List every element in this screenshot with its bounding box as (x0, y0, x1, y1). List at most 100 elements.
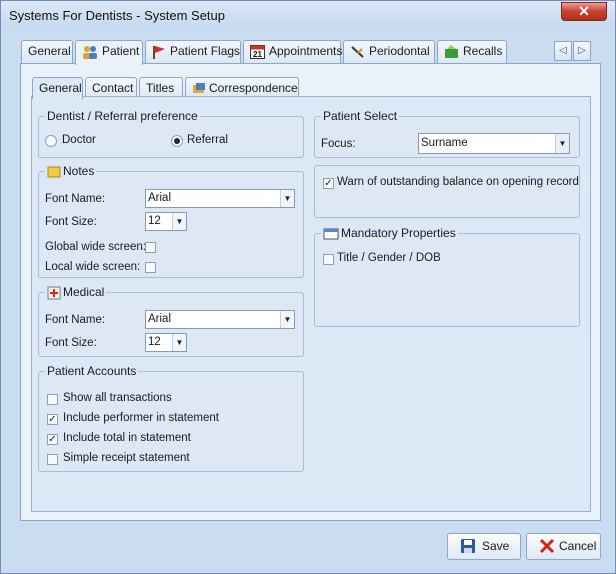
calendar-icon: 21 (250, 45, 265, 60)
notes-font-size-label: Font Size: (45, 216, 97, 228)
system-setup-window: Systems For Dentists - System Setup ✕ Ge… (0, 0, 616, 574)
focus-label: Focus: (321, 138, 356, 150)
title-bar: Systems For Dentists - System Setup ✕ (1, 1, 615, 31)
medical-font-name-label: Font Name: (45, 314, 106, 326)
medical-group: Medical Font Name: Arial ▼ Font Size: 12… (38, 285, 304, 357)
simple-receipt-label: Simple receipt statement (63, 452, 190, 464)
dentist-referral-group: Dentist / Referral preference Doctor Ref… (38, 109, 304, 158)
tab-patient[interactable]: Patient (75, 40, 143, 65)
correspondence-icon (193, 83, 205, 94)
close-icon: ✕ (578, 3, 590, 19)
inner-tab-general[interactable]: General (32, 77, 83, 99)
tab-general[interactable]: General (21, 40, 73, 63)
tab-recalls[interactable]: Recalls (437, 40, 507, 63)
referral-radio[interactable] (171, 135, 183, 147)
global-wide-screen-checkbox[interactable] (145, 242, 156, 253)
select-value: 12 (148, 336, 161, 348)
people-icon (83, 45, 97, 59)
select-value: Surname (421, 137, 468, 149)
warn-balance-group: ✓ Warn of outstanding balance on opening… (314, 165, 580, 218)
medical-font-size-select[interactable]: 12 ▼ (145, 333, 187, 352)
cancel-button[interactable]: Cancel (526, 533, 601, 560)
group-title: Notes (45, 164, 97, 178)
title-gender-dob-checkbox[interactable] (323, 254, 334, 265)
dropdown-arrow-icon: ▼ (555, 134, 569, 153)
chevron-left-icon: ◁ (559, 45, 567, 56)
title-gender-dob-label: Title / Gender / DOB (337, 252, 441, 264)
flag-icon (153, 45, 165, 59)
dropdown-arrow-icon: ▼ (280, 311, 294, 328)
dropdown-arrow-icon: ▼ (172, 213, 186, 230)
group-title: Mandatory Properties (321, 226, 458, 240)
notes-font-name-label: Font Name: (45, 193, 106, 205)
notes-title: Notes (63, 164, 95, 178)
include-performer-label: Include performer in statement (63, 412, 219, 424)
medical-font-name-select[interactable]: Arial ▼ (145, 310, 295, 329)
referral-label: Referral (187, 134, 228, 146)
medical-icon (47, 286, 61, 300)
notes-font-name-select[interactable]: Arial ▼ (145, 189, 295, 208)
doctor-radio[interactable] (45, 135, 57, 147)
tab-label: Recalls (463, 44, 503, 58)
tab-appointments[interactable]: 21 Appointments (243, 40, 343, 63)
group-title: Medical (45, 285, 107, 300)
local-wide-screen-checkbox[interactable] (145, 262, 156, 273)
focus-select[interactable]: Surname ▼ (418, 133, 570, 154)
notes-icon (47, 166, 61, 178)
tab-scroll-arrows: ◁ ▷ (554, 41, 592, 61)
check-mark-icon: ✓ (48, 434, 57, 445)
properties-icon (323, 228, 339, 240)
save-label: Save (482, 539, 510, 553)
check-mark-icon: ✓ (48, 414, 57, 425)
select-value: 12 (148, 215, 161, 227)
local-wide-screen-label: Local wide screen: (45, 261, 141, 273)
patient-select-group: Patient Select Focus: Surname ▼ (314, 109, 580, 158)
warn-balance-checkbox[interactable]: ✓ (323, 178, 334, 189)
tooth-icon (351, 46, 364, 58)
simple-receipt-checkbox[interactable] (47, 454, 58, 465)
group-title: Dentist / Referral preference (45, 109, 200, 123)
tab-label: Titles (146, 81, 175, 95)
include-total-label: Include total in statement (63, 432, 191, 444)
svg-text:21: 21 (253, 50, 262, 59)
cancel-label: Cancel (559, 539, 597, 553)
recall-icon (445, 44, 458, 58)
tab-label: Appointments (269, 44, 343, 58)
window-title: Systems For Dentists - System Setup (9, 8, 226, 23)
mandatory-title: Mandatory Properties (341, 226, 456, 240)
select-value: Arial (148, 192, 172, 204)
general-subtab-panel: Dentist / Referral preference Doctor Ref… (31, 96, 591, 512)
save-icon (461, 539, 475, 553)
tab-scroll-right-button[interactable]: ▷ (573, 41, 591, 61)
show-all-transactions-checkbox[interactable] (47, 394, 58, 405)
patient-accounts-group: Patient Accounts Show all transactions ✓… (38, 364, 304, 472)
dropdown-arrow-icon: ▼ (280, 190, 294, 207)
medical-font-size-label: Font Size: (45, 337, 97, 349)
check-mark-icon: ✓ (324, 178, 333, 189)
tab-label: Correspondence (209, 81, 298, 95)
mandatory-properties-group: Mandatory Properties Title / Gender / DO… (314, 226, 580, 327)
tab-periodontal[interactable]: Periodontal (343, 40, 435, 63)
warn-balance-label: Warn of outstanding balance on opening r… (337, 176, 579, 188)
tab-scroll-left-button[interactable]: ◁ (554, 41, 572, 61)
notes-font-size-select[interactable]: 12 ▼ (145, 212, 187, 231)
tab-patient-flags[interactable]: Patient Flags (145, 40, 241, 63)
inner-tab-contact[interactable]: Contact (85, 77, 137, 98)
chevron-right-icon: ▷ (578, 45, 586, 56)
global-wide-screen-label: Global wide screen: (45, 241, 146, 253)
tab-label: Contact (92, 81, 134, 95)
close-button[interactable]: ✕ (561, 2, 607, 21)
select-value: Arial (148, 313, 172, 325)
include-performer-checkbox[interactable]: ✓ (47, 414, 58, 425)
tab-label: General (39, 81, 82, 95)
dropdown-arrow-icon: ▼ (172, 334, 186, 351)
doctor-label: Doctor (62, 134, 96, 146)
group-title: Patient Accounts (45, 364, 139, 378)
inner-tab-titles[interactable]: Titles (139, 77, 183, 98)
group-title: Patient Select (321, 109, 400, 123)
save-button[interactable]: Save (447, 533, 521, 560)
include-total-checkbox[interactable]: ✓ (47, 434, 58, 445)
inner-tab-correspondence[interactable]: Correspondence (185, 77, 299, 98)
tab-label: Periodontal (369, 44, 430, 58)
tab-label: General (28, 44, 71, 58)
